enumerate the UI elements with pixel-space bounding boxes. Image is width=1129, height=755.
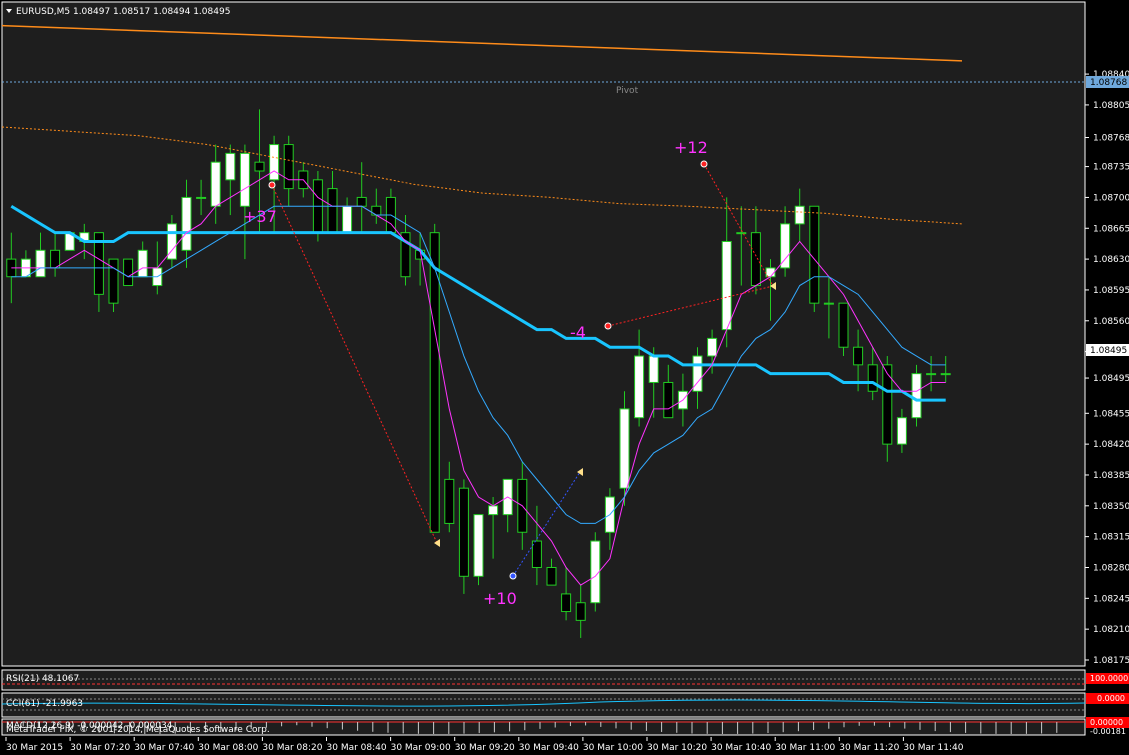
current-price: 1.08495	[1090, 346, 1127, 356]
candle-body	[561, 593, 572, 613]
candle-body	[648, 355, 659, 383]
trade-label-1: +37	[243, 207, 277, 226]
time-tick-label: 30 Mar 11:00	[775, 743, 835, 753]
price-tick-label: 1.08595	[1093, 286, 1129, 296]
price-tick-label: 1.08350	[1093, 502, 1129, 512]
time-tick-label: 30 Mar 09:00	[391, 743, 451, 753]
trade-entry-marker-3	[604, 322, 612, 330]
price-tick-label: 1.08210	[1093, 625, 1129, 635]
time-tick-label: 30 Mar 10:20	[647, 743, 707, 753]
candle-body	[35, 249, 46, 278]
candle-body	[926, 373, 937, 376]
price-tick-label: 1.08315	[1093, 533, 1129, 543]
candle-body	[225, 152, 236, 181]
candle-body	[342, 205, 353, 234]
trade-label-2: +12	[674, 138, 708, 157]
candle-body	[911, 373, 922, 419]
price-tick-label: 1.08700	[1093, 193, 1129, 203]
cci-label: CCI(61) -21.9963	[6, 699, 83, 709]
time-tick-label: 30 Mar 09:40	[519, 743, 579, 753]
trade-label-4: +10	[483, 589, 517, 608]
candle-body	[794, 205, 805, 225]
cci-value: 0.0000	[1097, 694, 1125, 703]
candle-body	[356, 196, 367, 207]
trade-label-3: -4	[570, 323, 586, 342]
candle-body	[940, 373, 951, 376]
rsi-value: 100.0000	[1090, 674, 1128, 683]
time-tick-label: 30 Mar 10:00	[583, 743, 643, 753]
candle-body	[838, 302, 849, 348]
trade-entry-marker-1	[268, 181, 276, 189]
candle-body	[269, 144, 280, 181]
candle-body	[196, 196, 207, 199]
rsi-label: RSI(21) 48.1067	[6, 674, 79, 684]
price-tick-label: 1.08280	[1093, 563, 1129, 573]
rsi-pane	[1, 669, 1086, 691]
price-tick-label: 1.08560	[1093, 317, 1129, 327]
candle-body	[488, 505, 499, 516]
candle-body	[707, 337, 718, 357]
candle-body	[663, 381, 674, 419]
price-tick-label: 1.08385	[1093, 471, 1129, 481]
candle-body	[458, 487, 469, 577]
pivot-label: Pivot	[616, 86, 639, 96]
candle-body	[619, 408, 630, 489]
candle-body	[473, 514, 484, 577]
time-tick-label: 30 Mar 08:40	[327, 743, 387, 753]
price-tick-label: 1.08665	[1093, 224, 1129, 234]
main-plot-area	[1, 1, 1086, 667]
candle-body	[531, 540, 542, 568]
candle-body	[867, 364, 878, 392]
price-tick-label: 1.08420	[1093, 440, 1129, 450]
candle-body	[853, 346, 864, 366]
candle-body	[123, 258, 134, 287]
price-tick-label: 1.08768	[1093, 134, 1129, 144]
price-tick-label: 1.08455	[1093, 409, 1129, 419]
cci-pane	[1, 692, 1086, 718]
candle-body	[546, 566, 557, 586]
candle-body	[181, 196, 192, 251]
candle-body	[210, 161, 221, 207]
macd-value: 0.00000	[1090, 718, 1123, 727]
candle-body	[283, 144, 294, 190]
price-tick-label: 1.08630	[1093, 255, 1129, 265]
time-tick-label: 30 Mar 09:20	[455, 743, 515, 753]
candle-body	[634, 355, 645, 419]
time-tick-label: 30 Mar 10:40	[711, 743, 771, 753]
price-tick-label: 1.08495	[1093, 374, 1129, 384]
price-tick-label: 1.08805	[1093, 101, 1129, 111]
candle-body	[823, 302, 834, 305]
candle-body	[239, 152, 250, 207]
time-tick-label: 30 Mar 2015	[6, 743, 63, 753]
candle-body	[137, 249, 148, 278]
macd-scale: -0.00181	[1090, 727, 1126, 736]
candle-body	[780, 223, 791, 269]
symbol-info: EURUSD,M5 1.08497 1.08517 1.08494 1.0849…	[16, 7, 230, 17]
candle-body	[254, 161, 265, 172]
trade-entry-marker-4	[509, 572, 517, 580]
candle-body	[327, 188, 338, 234]
candle-body	[896, 417, 907, 445]
time-tick-label: 30 Mar 11:20	[839, 743, 899, 753]
copyright-text: MetaTrader FIX, © 2001-2014, MetaQuotes …	[6, 725, 270, 735]
time-tick-label: 30 Mar 07:20	[70, 743, 130, 753]
price-tick-label: 1.08245	[1093, 594, 1129, 604]
price-chart[interactable]: 1.088401.088051.087681.087351.087001.086…	[0, 0, 1129, 755]
candle-body	[575, 602, 586, 621]
time-tick-label: 30 Mar 08:20	[262, 743, 322, 753]
time-tick-label: 30 Mar 11:40	[903, 743, 963, 753]
candle-body	[736, 232, 747, 235]
candle-body	[50, 249, 61, 269]
candle-body	[721, 240, 732, 331]
trade-entry-marker-2	[700, 160, 708, 168]
candle-body	[444, 478, 455, 524]
price-tick-label: 1.08175	[1093, 656, 1129, 666]
time-tick-label: 30 Mar 08:00	[198, 743, 258, 753]
price-tick-label: 1.08735	[1093, 163, 1129, 173]
candle-body	[750, 232, 761, 287]
time-tick-label: 30 Mar 07:40	[134, 743, 194, 753]
pivot-price: 1.08768	[1090, 78, 1127, 88]
